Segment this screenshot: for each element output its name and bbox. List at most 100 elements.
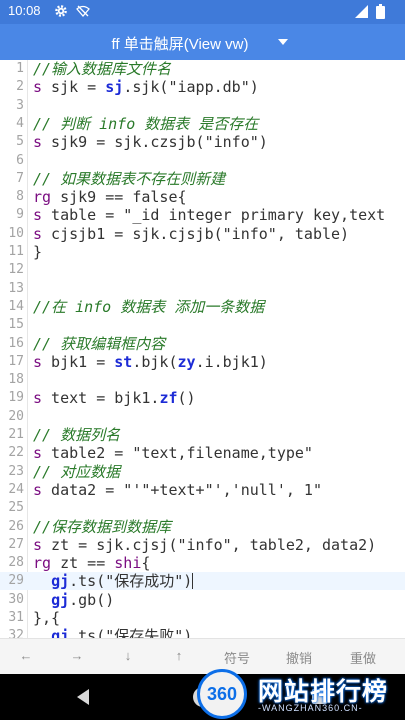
cursor-left-button[interactable]: ← [6, 648, 46, 663]
line-number: 10 [8, 225, 24, 241]
code-line[interactable]: 1 //输入数据库文件名 [0, 60, 405, 78]
code-line[interactable]: 15 [0, 316, 405, 334]
code-line[interactable]: 23 // 对应数据 [0, 463, 405, 481]
code-token: shi [114, 554, 142, 573]
code-line[interactable]: 29 gj.ts("保存成功") [0, 572, 405, 591]
line-number: 6 [16, 152, 24, 168]
code-line[interactable]: 27 s zt = sjk.cjsj("info", table2, data2) [0, 536, 405, 554]
line-number: 24 [8, 481, 24, 497]
code-line[interactable]: 7 // 如果数据表不存在则新建 [0, 170, 405, 188]
code-token: .i.bjk1) [195, 352, 268, 371]
code-text: s sjk9 = sjk.czsjb("info") [33, 133, 268, 151]
code-text: s bjk1 = st.bjk(zy.i.bjk1) [33, 353, 268, 371]
code-line[interactable]: 19 s text = bjk1.zf() [0, 389, 405, 407]
code-token: s [33, 206, 43, 225]
code-text: // 获取编辑框内容 [33, 335, 165, 353]
code-text: s table = "_id integer primary key,text [33, 206, 385, 224]
code-line[interactable]: 32 gj.ts("保存失败") [0, 627, 405, 638]
code-line[interactable]: 12 [0, 261, 405, 279]
code-token: .gb() [69, 590, 115, 609]
line-number: 22 [8, 445, 24, 461]
settings-gear-icon [55, 5, 67, 17]
line-number: 11 [8, 244, 24, 259]
code-token: s [33, 480, 43, 499]
code-text: // 如果数据表不存在则新建 [33, 170, 225, 188]
code-editor[interactable]: 1 //输入数据库文件名 2 s sjk = sj.sjk("iapp.db") 3 4/… [0, 60, 405, 638]
code-line[interactable]: 26 //保存数据到数据库 [0, 518, 405, 536]
code-line[interactable]: 4 // 判断 info 数据表 是否存在 [0, 115, 405, 133]
code-line[interactable]: 28 rg zt == shi{ [0, 554, 405, 572]
line-number: 17 [8, 353, 24, 369]
code-line[interactable]: 18 [0, 371, 405, 389]
line-number: 29 [8, 573, 24, 589]
line-number: 13 [8, 280, 24, 296]
code-token: //保存数据到数据库 [33, 517, 172, 536]
code-text: // 数据列名 [33, 426, 120, 444]
code-token: zy [177, 352, 196, 371]
dropdown-caret-icon[interactable] [278, 39, 288, 45]
code-line[interactable]: 3 [0, 97, 405, 115]
code-token: sj [105, 78, 124, 97]
code-token: //在 info 数据表 添加一条数据 [33, 297, 265, 316]
code-line[interactable]: 6 [0, 152, 405, 170]
code-line[interactable]: 31},{ [0, 609, 405, 627]
text-cursor [192, 573, 194, 590]
code-token: { [141, 554, 151, 573]
file-title-dropdown[interactable]: ff 单击触屏(View vw) [0, 33, 360, 54]
code-text: //保存数据到数据库 [33, 518, 171, 536]
code-token: gj [51, 572, 70, 591]
code-line[interactable]: 24 s data2 = "'"+text+"','null', 1" [0, 481, 405, 499]
code-line[interactable]: 25 [0, 499, 405, 517]
code-line[interactable]: 13 [0, 280, 405, 298]
watermark-number: 360 [206, 684, 238, 704]
line-number: 21 [8, 427, 24, 442]
line-number: 26 [8, 518, 24, 534]
code-token: s [33, 535, 43, 554]
code-text: // 判断 info 数据表 是否存在 [33, 115, 258, 133]
code-text: gj.ts("保存成功") [33, 572, 194, 591]
line-number: 9 [16, 207, 24, 223]
code-line[interactable]: 16 // 获取编辑框内容 [0, 335, 405, 353]
code-line[interactable]: 10 s cjsjb1 = sjk.cjsjb("info", table) [0, 225, 405, 243]
code-line[interactable]: 20 [0, 408, 405, 426]
code-token: // 对应数据 [33, 462, 121, 481]
code-line[interactable]: 21 // 数据列名 [0, 426, 405, 444]
back-icon[interactable] [77, 689, 89, 705]
undo-button[interactable]: 撤销 [279, 648, 319, 667]
code-token: sjk9 == false{ [51, 188, 187, 207]
code-line[interactable]: 17 s bjk1 = st.bjk(zy.i.bjk1) [0, 353, 405, 371]
code-text: //在 info 数据表 添加一条数据 [33, 298, 264, 316]
code-token: s [33, 224, 43, 243]
line-number: 14 [8, 298, 24, 314]
symbol-button[interactable]: 符号 [217, 648, 257, 667]
line-number: 12 [8, 262, 24, 278]
code-line[interactable]: 2s sjk = sj.sjk("iapp.db") [0, 78, 405, 96]
editor-toolbar: ← → ↓ ↑ 符号 撤销 重做 [0, 638, 405, 674]
line-number: 27 [8, 536, 24, 552]
code-text: } [33, 243, 42, 261]
cursor-right-button[interactable]: → [57, 648, 97, 663]
line-number: 18 [8, 372, 24, 388]
redo-button[interactable]: 重做 [343, 648, 383, 667]
code-token: zf [159, 389, 178, 408]
code-line[interactable]: 11} [0, 243, 405, 261]
code-line[interactable]: 14 //在 info 数据表 添加一条数据 [0, 298, 405, 316]
line-number: 1 [16, 61, 24, 76]
line-number: 8 [16, 189, 24, 205]
code-line[interactable]: 30 gj.gb() [0, 591, 405, 609]
code-token: .bjk( [132, 352, 178, 371]
code-line[interactable]: 8 rg sjk9 == false{ [0, 188, 405, 206]
battery-icon [376, 4, 385, 19]
code-token: cjsjb1 = sjk.cjsjb("info", table) [42, 224, 350, 243]
code-line[interactable]: 22 s table2 = "text,filename,type" [0, 444, 405, 462]
code-line[interactable]: 5s sjk9 = sjk.czsjb("info") [0, 133, 405, 151]
code-line[interactable]: 9 s table = "_id integer primary key,text [0, 206, 405, 224]
code-text: //输入数据库文件名 [33, 60, 171, 78]
code-token: .sjk("iapp.db") [123, 78, 259, 97]
code-text: },{ [33, 609, 60, 627]
code-token: // 如果数据表不存在则新建 [33, 169, 226, 188]
cursor-up-button[interactable]: ↑ [159, 648, 199, 663]
cursor-down-button[interactable]: ↓ [108, 648, 148, 663]
